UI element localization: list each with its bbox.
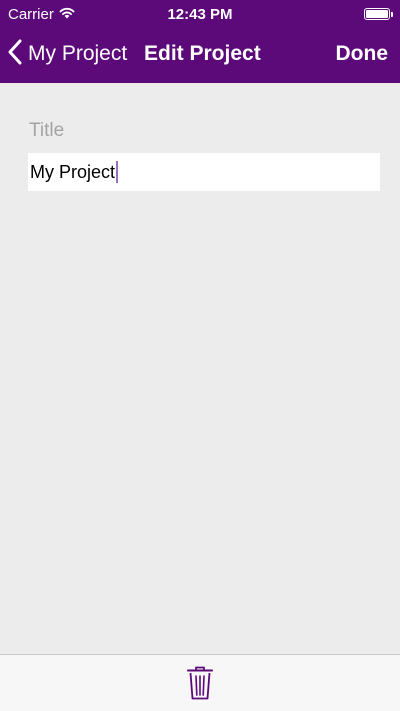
title-field-label: Title <box>29 120 65 141</box>
title-input[interactable]: My Project <box>28 153 380 191</box>
done-button[interactable]: Done <box>336 42 389 66</box>
back-button[interactable]: My Project <box>8 37 127 71</box>
status-time: 12:43 PM <box>167 6 233 23</box>
bottom-toolbar <box>0 654 400 711</box>
chevron-left-icon <box>8 39 22 70</box>
header: Carrier 12:43 PM My Project Edit Project… <box>0 0 400 83</box>
trash-icon <box>186 666 214 705</box>
navigation-bar: My Project Edit Project Done <box>0 28 400 83</box>
title-input-value: My Project <box>30 161 116 182</box>
delete-button[interactable] <box>186 665 214 701</box>
status-bar: Carrier 12:43 PM <box>0 0 400 28</box>
text-cursor <box>116 161 119 183</box>
page-title: Edit Project <box>144 42 261 65</box>
battery-icon <box>364 8 393 20</box>
back-button-label: My Project <box>28 42 128 65</box>
